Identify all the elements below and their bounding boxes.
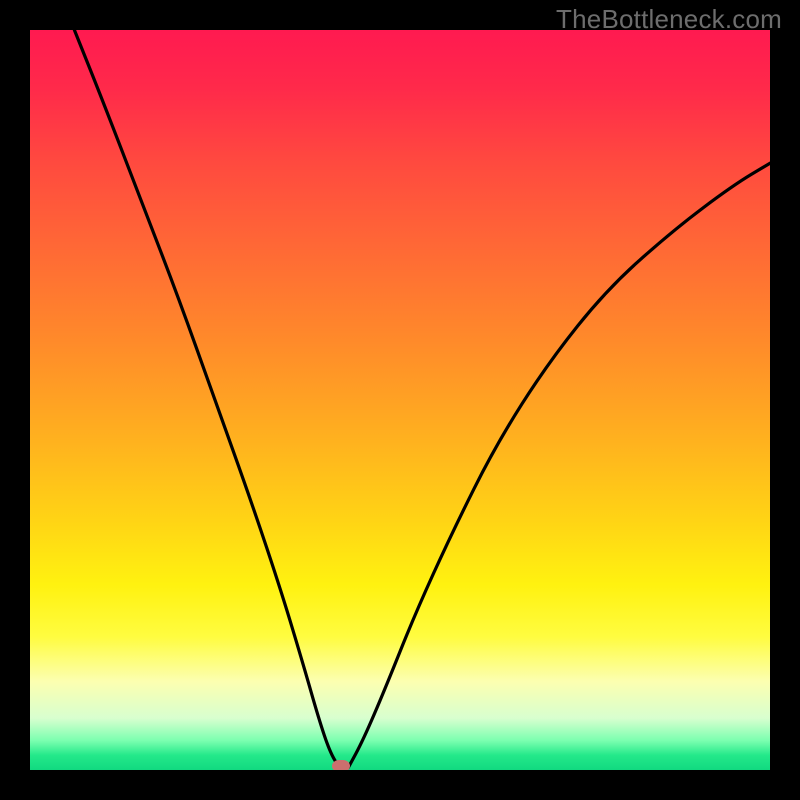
plot-area [30, 30, 770, 770]
curve-left-branch [74, 30, 339, 768]
minimum-marker [332, 760, 350, 770]
chart-frame: TheBottleneck.com [0, 0, 800, 800]
curve-right-branch [348, 163, 770, 768]
bottleneck-curve [30, 30, 770, 770]
watermark-label: TheBottleneck.com [556, 4, 782, 35]
